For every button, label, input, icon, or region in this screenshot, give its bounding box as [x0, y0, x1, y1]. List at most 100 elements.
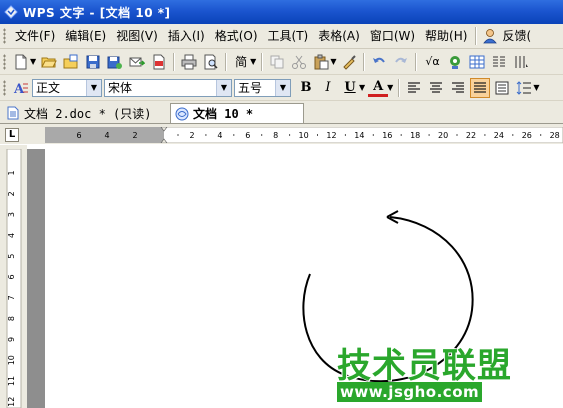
save-as-button[interactable]: [105, 52, 125, 72]
tab-stop-selector[interactable]: L: [5, 128, 19, 142]
ruler-tick-label: 24: [494, 131, 504, 140]
document-icon: [7, 106, 19, 120]
toolbar-separator: [173, 52, 176, 71]
underline-dropdown-arrow[interactable]: ▼: [359, 83, 365, 92]
new-dropdown-arrow[interactable]: ▼: [30, 57, 36, 66]
align-center-button[interactable]: [426, 78, 446, 98]
toolbar-grip[interactable]: [3, 53, 6, 70]
menu-file[interactable]: 文件(F): [10, 26, 60, 46]
toolbar-separator: [225, 52, 228, 71]
open-recent-button[interactable]: [61, 52, 81, 72]
tab-document-2[interactable]: 文档 2.doc * (只读): [2, 103, 166, 123]
formula-label: √α: [425, 55, 440, 68]
new-document-button[interactable]: [11, 52, 31, 72]
line-spacing-dropdown-arrow[interactable]: ▼: [533, 83, 539, 92]
line-spacing-icon: [516, 80, 532, 95]
send-email-button[interactable]: [127, 52, 147, 72]
insert-table-button[interactable]: [467, 52, 487, 72]
save-as-icon: [107, 56, 123, 69]
distribute-button[interactable]: [492, 78, 512, 98]
menu-window[interactable]: 窗口(W): [365, 26, 420, 46]
font-size-select[interactable]: 五号 ▼: [234, 78, 291, 97]
columns-icon: [493, 56, 506, 66]
style-value: 正文: [36, 81, 61, 95]
italic-button[interactable]: I: [318, 78, 338, 98]
font-select[interactable]: 宋体 ▼: [104, 78, 232, 97]
menu-format[interactable]: 格式(O): [210, 26, 263, 46]
watermark-text: 技术员联盟: [337, 346, 512, 386]
insert-object-button[interactable]: [445, 52, 465, 72]
toolbar-grip[interactable]: [3, 79, 6, 96]
ruler-tick-label: 10: [299, 131, 309, 140]
insert-table-icon: [469, 55, 485, 68]
font-size-dropdown-arrow[interactable]: ▼: [275, 79, 290, 96]
copy-button[interactable]: [267, 52, 287, 72]
font-value: 宋体: [108, 81, 133, 95]
undo-button[interactable]: [369, 52, 389, 72]
columns-button[interactable]: [489, 52, 509, 72]
menu-table[interactable]: 表格(A): [313, 26, 365, 46]
style-dropdown-arrow[interactable]: ▼: [86, 79, 101, 96]
ruler-tick-label: 9: [7, 337, 16, 342]
align-left-button[interactable]: [404, 78, 424, 98]
save-icon: [86, 55, 100, 68]
cut-icon: [292, 55, 307, 69]
redo-icon: [395, 57, 408, 63]
export-pdf-button[interactable]: [149, 52, 169, 72]
horizontal-ruler[interactable]: 642 2 4 6 8 10 12 14 16 18 20 22 24 26 28: [45, 127, 563, 143]
pdf-icon: [153, 54, 165, 69]
ruler-tick-label: 16: [382, 131, 392, 140]
ruler-tick-label: 2: [189, 131, 194, 140]
align-right-button[interactable]: [448, 78, 468, 98]
ruler-tick-label: 28: [550, 131, 560, 140]
open-button[interactable]: [39, 52, 59, 72]
simplified-dropdown-arrow[interactable]: ▼: [250, 57, 256, 66]
menu-tools[interactable]: 工具(T): [263, 26, 314, 46]
menu-grip[interactable]: [3, 28, 6, 44]
paste-button[interactable]: [311, 52, 331, 72]
menu-feedback[interactable]: 反馈(: [500, 26, 536, 46]
line-spacing-button[interactable]: [514, 78, 534, 98]
menu-help[interactable]: 帮助(H): [420, 26, 472, 46]
new-doc-icon: [15, 54, 27, 69]
open-folder-icon: [41, 57, 57, 67]
font-dropdown-arrow[interactable]: ▼: [216, 79, 231, 96]
vertical-ruler[interactable]: 123456789101112: [5, 149, 25, 408]
font-color-dropdown-arrow[interactable]: ▼: [387, 83, 393, 92]
underline-button[interactable]: U: [340, 78, 360, 98]
style-select[interactable]: 正文 ▼: [32, 78, 102, 97]
wps-document-icon: [175, 107, 189, 120]
ruler-tick-label: 26: [522, 131, 532, 140]
redo-button[interactable]: [391, 52, 411, 72]
format-painter-button[interactable]: [339, 52, 359, 72]
styles-button[interactable]: A: [11, 78, 31, 98]
ruler-tick-label: 6: [76, 131, 81, 140]
toolbar-separator: [261, 52, 264, 71]
print-icon: [181, 54, 197, 69]
email-icon: [129, 57, 146, 66]
simplified-chinese-button[interactable]: 简: [231, 52, 251, 72]
menu-view[interactable]: 视图(V): [111, 26, 163, 46]
bold-button[interactable]: B: [296, 78, 316, 98]
object-icon: [450, 55, 461, 69]
paste-dropdown-arrow[interactable]: ▼: [330, 57, 336, 66]
paste-icon: [314, 54, 329, 69]
text-direction-button[interactable]: [511, 52, 531, 72]
justify-button[interactable]: [470, 77, 491, 98]
insert-formula-button[interactable]: √α: [421, 52, 443, 72]
menu-edit[interactable]: 编辑(E): [60, 26, 111, 46]
copy-icon: [270, 55, 284, 68]
toolbar-separator: [415, 52, 418, 71]
menu-insert[interactable]: 插入(I): [163, 26, 210, 46]
font-color-button[interactable]: A: [368, 78, 389, 97]
save-button[interactable]: [83, 52, 103, 72]
standard-toolbar: ▼ 简 ▼ ▼ √α: [0, 49, 563, 75]
horizontal-ruler-bar: L 642 2 4 6 8 10 12 14 16 18 20 22 24 26 28: [0, 124, 563, 144]
cut-button[interactable]: [289, 52, 309, 72]
tab-document-10[interactable]: 文档 10 *: [170, 103, 304, 123]
print-preview-button[interactable]: [201, 52, 221, 72]
ruler-tick-label: 1: [7, 170, 16, 175]
ruler-tick-label: 4: [7, 233, 16, 238]
print-button[interactable]: [179, 52, 199, 72]
ruler-tick-label: 4: [104, 131, 109, 140]
